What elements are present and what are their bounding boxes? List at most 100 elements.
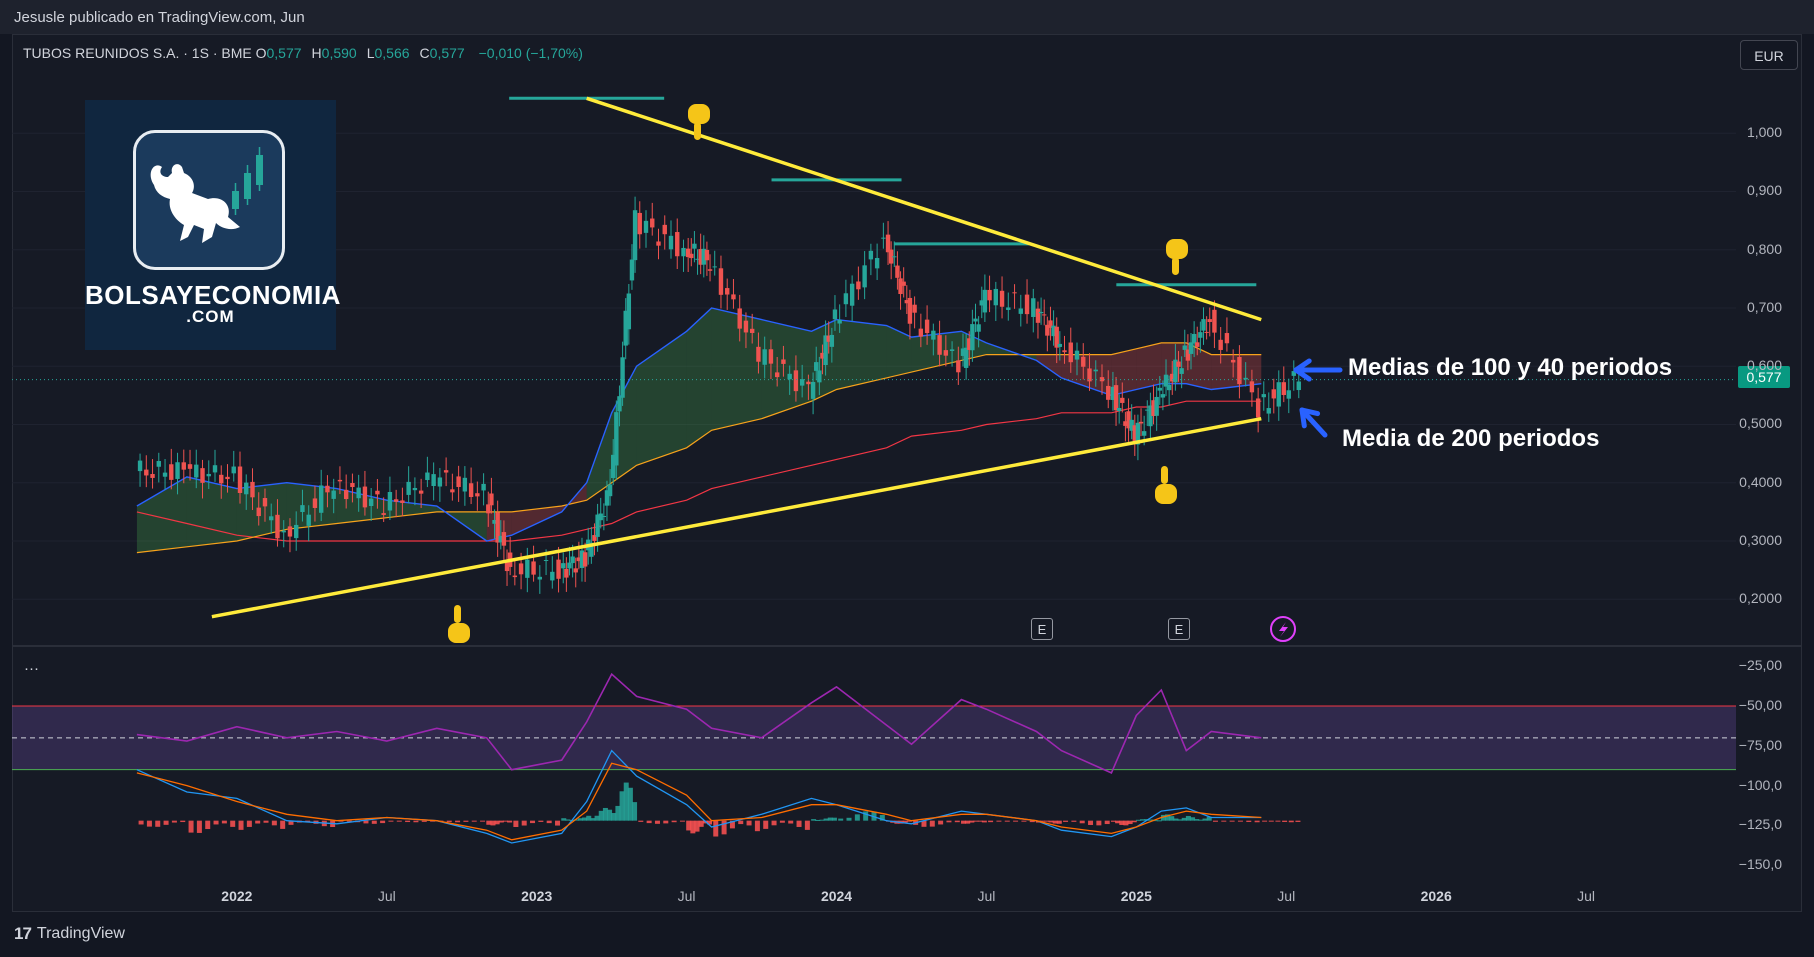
- symbol-name[interactable]: TUBOS REUNIDOS S.A. · 1S · BME: [23, 45, 252, 61]
- candle-body: [231, 466, 236, 474]
- macd-histogram-bar: [654, 820, 660, 824]
- candle-body: [817, 370, 822, 383]
- macd-histogram-bar: [1131, 820, 1137, 823]
- candle-body: [1212, 309, 1217, 333]
- macd-histogram-bar: [713, 820, 719, 837]
- candle-body: [300, 505, 305, 513]
- candle-body: [144, 469, 149, 476]
- macd-histogram-bar: [507, 820, 513, 823]
- more-options-icon[interactable]: ···: [24, 660, 39, 677]
- candle-body: [275, 514, 280, 539]
- candle-body: [718, 268, 724, 295]
- hand-palm: [688, 104, 710, 124]
- candle-body: [1031, 298, 1036, 317]
- candle-body: [1276, 382, 1281, 407]
- ohlc-value: 0,577: [429, 45, 465, 61]
- candle-body: [756, 346, 761, 362]
- candle-body: [1271, 389, 1276, 399]
- candle-body: [1166, 384, 1172, 391]
- candle-body: [312, 498, 318, 508]
- candle-body: [1230, 359, 1236, 363]
- ma-cloud-segment: [511, 506, 562, 536]
- macd-histogram-bar: [1212, 820, 1218, 822]
- currency-button[interactable]: EUR: [1740, 40, 1798, 70]
- earnings-marker[interactable]: E: [1031, 618, 1053, 640]
- candle-body: [169, 464, 174, 480]
- macd-histogram-bar: [171, 820, 177, 823]
- macd-histogram-bar: [196, 820, 202, 833]
- candle-body: [810, 381, 816, 399]
- candle-body: [924, 319, 930, 334]
- macd-histogram-bar: [954, 820, 960, 823]
- annotation-ma-100-40: Medias de 100 y 40 periodos: [1348, 354, 1673, 381]
- macd-histogram-bar: [929, 820, 935, 827]
- hand-palm: [1155, 484, 1177, 504]
- candle-body: [537, 576, 543, 580]
- candle-body: [262, 498, 268, 507]
- ohlc-value: 0,590: [321, 45, 357, 61]
- candle-body: [181, 462, 186, 470]
- macd-histogram-bar: [771, 820, 777, 826]
- price-tick-label: 0,600: [1746, 357, 1782, 374]
- candle-body: [626, 293, 632, 330]
- candle-body: [318, 485, 324, 513]
- candle-body: [895, 265, 900, 278]
- candle-body: [898, 278, 903, 295]
- macd-histogram-bar: [1088, 820, 1094, 825]
- macd-histogram-bar: [388, 820, 394, 822]
- annotation-ma-200: Media de 200 periodos: [1342, 425, 1600, 452]
- macd-histogram-bar: [831, 817, 837, 821]
- candle-body: [1188, 342, 1194, 354]
- macd-histogram-bar: [854, 814, 860, 821]
- symbol-legend[interactable]: TUBOS REUNIDOS S.A. · 1S · BME O0,577 H0,…: [23, 45, 583, 61]
- bull-logo-icon: [133, 130, 285, 270]
- candle-body: [343, 489, 349, 500]
- candle-body: [431, 474, 436, 487]
- candle-body: [712, 266, 717, 268]
- candle-body: [912, 304, 917, 313]
- hand-palm: [448, 623, 470, 643]
- earnings-marker[interactable]: E: [1168, 618, 1190, 640]
- candle-body: [725, 288, 730, 295]
- time-tick-label: 2023: [521, 888, 553, 904]
- candle-body: [874, 257, 880, 269]
- candle-body: [931, 330, 936, 340]
- macd-histogram-bar: [796, 820, 802, 827]
- candle-body: [614, 412, 619, 466]
- candle-body: [976, 324, 981, 332]
- candle-body: [832, 309, 838, 320]
- macd-histogram-bar: [396, 820, 402, 822]
- candle-body: [1182, 345, 1187, 350]
- macd-histogram-bar: [405, 820, 411, 823]
- candle-body: [943, 350, 949, 356]
- candle-body: [512, 575, 518, 578]
- macd-histogram-bar: [463, 820, 469, 822]
- indicator-tick-label: −50,00: [1738, 696, 1782, 713]
- arrow-left-icon: [1299, 407, 1328, 438]
- pointing-up-hand-icon: [448, 605, 470, 643]
- ohlc-values: O0,577 H0,590 L0,566 C0,577: [256, 45, 475, 61]
- macd-histogram-bar: [1063, 820, 1069, 822]
- tradingview-brand[interactable]: 17 TradingView: [14, 924, 125, 944]
- macd-histogram-bar: [804, 820, 810, 830]
- candle-body: [1062, 350, 1067, 353]
- candle-body: [762, 349, 767, 365]
- candle-body: [187, 464, 193, 469]
- candle-body: [814, 362, 819, 371]
- candle-body: [1204, 331, 1209, 333]
- candle-body: [692, 243, 697, 249]
- macd-histogram-bar: [421, 820, 427, 822]
- candle-body: [1218, 339, 1223, 350]
- candle-body: [1157, 387, 1162, 391]
- candle-body: [425, 472, 430, 481]
- macd-histogram-bar: [546, 820, 552, 824]
- macd-histogram-bar: [1013, 820, 1019, 822]
- candle-body: [843, 293, 849, 305]
- candle-body: [862, 265, 867, 288]
- macd-histogram-bar: [988, 820, 994, 823]
- time-tick-label: 2022: [221, 888, 253, 904]
- candle-body: [1006, 307, 1011, 310]
- candle-body: [481, 483, 486, 491]
- pointing-down-hand-icon: [1166, 239, 1188, 275]
- pointing-down-hand-icon: [688, 104, 710, 140]
